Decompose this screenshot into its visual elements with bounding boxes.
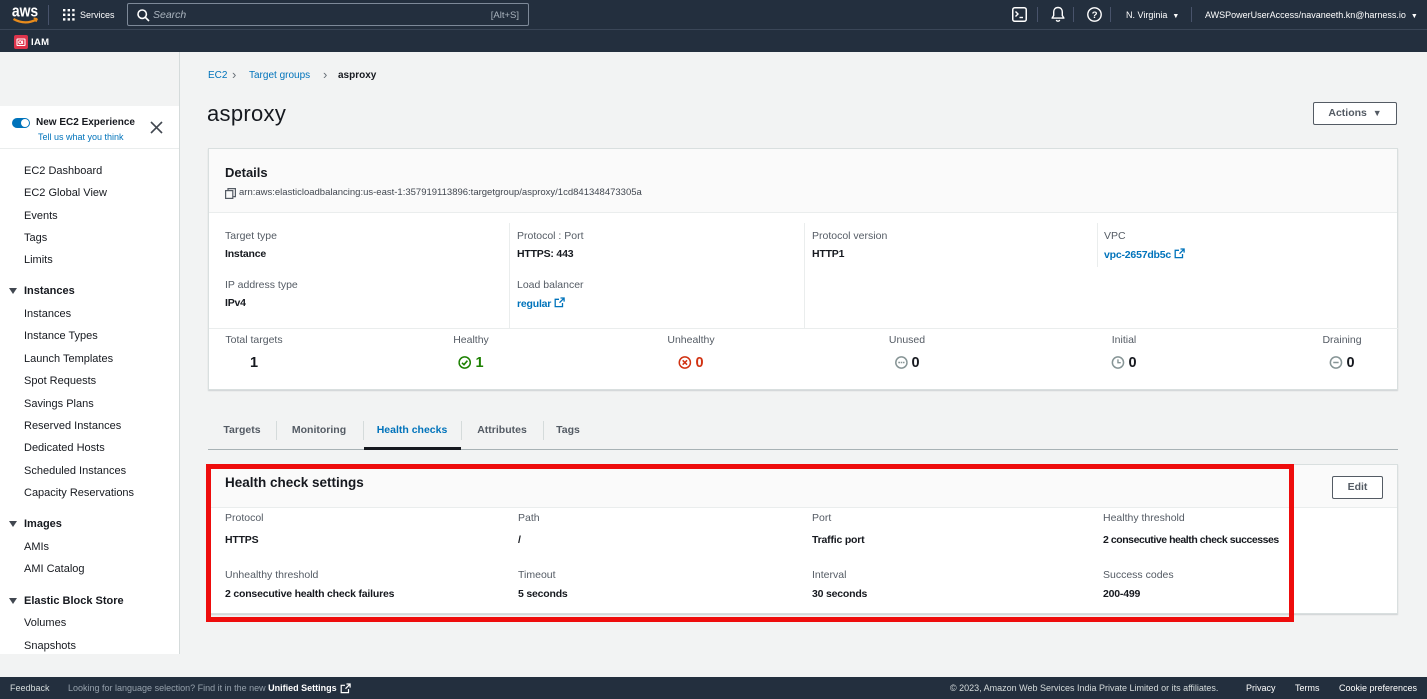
svg-text:?: ?: [1092, 10, 1098, 21]
